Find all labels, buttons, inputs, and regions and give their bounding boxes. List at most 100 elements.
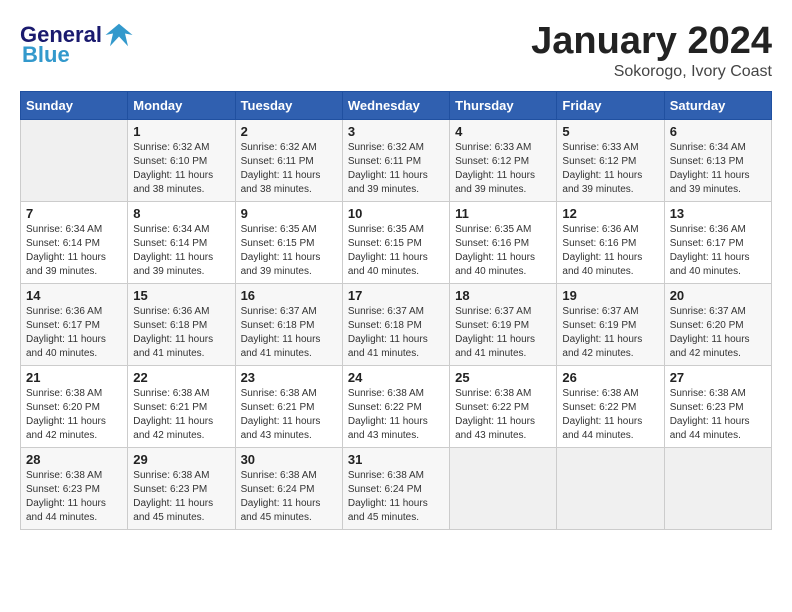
day-number: 2	[241, 124, 337, 139]
day-info: Sunrise: 6:35 AMSunset: 6:15 PMDaylight:…	[348, 223, 444, 279]
calendar-cell: 10 Sunrise: 6:35 AMSunset: 6:15 PMDayligh…	[342, 202, 449, 284]
day-number: 11	[455, 206, 551, 221]
day-number: 5	[562, 124, 658, 139]
calendar-cell: 18Sunrise: 6:37 AMSunset: 6:19 PMDayligh…	[450, 284, 557, 366]
day-info: Sunrise: 6:37 AMSunset: 6:20 PMDaylight:…	[670, 305, 766, 361]
day-number: 23	[241, 370, 337, 385]
day-info: Sunrise: 6:38 AMSunset: 6:23 PMDaylight:…	[26, 469, 122, 525]
day-info: Sunrise: 6:38 AMSunset: 6:20 PMDaylight:…	[26, 387, 122, 443]
calendar-cell: 2 Sunrise: 6:32 AMSunset: 6:11 PMDaylight…	[235, 120, 342, 202]
calendar-week-1: 1Sunrise: 6:32 AMSunset: 6:10 PMDaylight…	[21, 120, 772, 202]
day-info: Sunrise: 6:37 AMSunset: 6:18 PMDaylight:…	[241, 305, 337, 361]
calendar-cell: 15 Sunrise: 6:36 AMSunset: 6:18 PMDayligh…	[128, 284, 235, 366]
calendar-cell: 1Sunrise: 6:32 AMSunset: 6:10 PMDaylight…	[128, 120, 235, 202]
day-number: 6	[670, 124, 766, 139]
calendar-cell: 26 Sunrise: 6:38 AMSunset: 6:22 PMDayligh…	[557, 366, 664, 448]
day-number: 8	[133, 206, 229, 221]
calendar-cell: 6 Sunrise: 6:34 AMSunset: 6:13 PMDaylight…	[664, 120, 771, 202]
title-block: January 2024 Sokorogo, Ivory Coast	[531, 20, 772, 81]
calendar-cell: 19 Sunrise: 6:37 AMSunset: 6:19 PMDayligh…	[557, 284, 664, 366]
day-number: 28	[26, 452, 122, 467]
day-number: 12	[562, 206, 658, 221]
day-number: 4	[455, 124, 551, 139]
day-number: 3	[348, 124, 444, 139]
day-number: 24	[348, 370, 444, 385]
calendar-cell: 9Sunrise: 6:35 AMSunset: 6:15 PMDaylight…	[235, 202, 342, 284]
day-info: Sunrise: 6:33 AMSunset: 6:12 PMDaylight:…	[455, 141, 551, 197]
day-number: 20	[670, 288, 766, 303]
day-info: Sunrise: 6:38 AMSunset: 6:21 PMDaylight:…	[133, 387, 229, 443]
calendar-week-4: 21Sunrise: 6:38 AMSunset: 6:20 PMDayligh…	[21, 366, 772, 448]
day-number: 30	[241, 452, 337, 467]
calendar-cell: 23 Sunrise: 6:38 AMSunset: 6:21 PMDayligh…	[235, 366, 342, 448]
page-header: General Blue January 2024 Sokorogo, Ivor…	[20, 20, 772, 81]
day-number: 25	[455, 370, 551, 385]
day-number: 10	[348, 206, 444, 221]
day-number: 13	[670, 206, 766, 221]
calendar-cell: 14Sunrise: 6:36 AMSunset: 6:17 PMDayligh…	[21, 284, 128, 366]
calendar-cell: 12 Sunrise: 6:36 AMSunset: 6:16 PMDayligh…	[557, 202, 664, 284]
calendar-week-3: 14Sunrise: 6:36 AMSunset: 6:17 PMDayligh…	[21, 284, 772, 366]
day-info: Sunrise: 6:35 AMSunset: 6:16 PMDaylight:…	[455, 223, 551, 279]
calendar-cell: 16 Sunrise: 6:37 AMSunset: 6:18 PMDayligh…	[235, 284, 342, 366]
day-info: Sunrise: 6:37 AMSunset: 6:19 PMDaylight:…	[562, 305, 658, 361]
day-number: 19	[562, 288, 658, 303]
col-header-friday: Friday	[557, 92, 664, 120]
day-number: 22	[133, 370, 229, 385]
day-info: Sunrise: 6:35 AMSunset: 6:15 PMDaylight:…	[241, 223, 337, 279]
calendar-cell	[21, 120, 128, 202]
day-info: Sunrise: 6:38 AMSunset: 6:22 PMDaylight:…	[348, 387, 444, 443]
day-info: Sunrise: 6:38 AMSunset: 6:21 PMDaylight:…	[241, 387, 337, 443]
day-number: 29	[133, 452, 229, 467]
calendar-week-2: 7 Sunrise: 6:34 AMSunset: 6:14 PMDaylight…	[21, 202, 772, 284]
day-info: Sunrise: 6:36 AMSunset: 6:18 PMDaylight:…	[133, 305, 229, 361]
calendar-cell: 31 Sunrise: 6:38 AMSunset: 6:24 PMDayligh…	[342, 448, 449, 530]
calendar-cell: 7Sunrise: 6:34 AMSunset: 6:14 PMDaylight…	[21, 202, 128, 284]
calendar-cell: 5 Sunrise: 6:33 AMSunset: 6:12 PMDaylight…	[557, 120, 664, 202]
day-info: Sunrise: 6:37 AMSunset: 6:18 PMDaylight:…	[348, 305, 444, 361]
calendar-header: SundayMondayTuesdayWednesdayThursdayFrid…	[21, 92, 772, 120]
day-number: 1	[133, 124, 229, 139]
day-number: 7	[26, 206, 122, 221]
col-header-saturday: Saturday	[664, 92, 771, 120]
calendar-cell: 4 Sunrise: 6:33 AMSunset: 6:12 PMDaylight…	[450, 120, 557, 202]
calendar-cell: 20 Sunrise: 6:37 AMSunset: 6:20 PMDayligh…	[664, 284, 771, 366]
day-info: Sunrise: 6:36 AMSunset: 6:17 PMDaylight:…	[26, 305, 122, 361]
calendar-cell: 29Sunrise: 6:38 AMSunset: 6:23 PMDayligh…	[128, 448, 235, 530]
calendar-location: Sokorogo, Ivory Coast	[531, 63, 772, 81]
calendar-cell: 27 Sunrise: 6:38 AMSunset: 6:23 PMDayligh…	[664, 366, 771, 448]
calendar-cell: 3 Sunrise: 6:32 AMSunset: 6:11 PMDaylight…	[342, 120, 449, 202]
logo-bird-icon	[104, 20, 134, 50]
day-number: 16	[241, 288, 337, 303]
day-info: Sunrise: 6:34 AMSunset: 6:13 PMDaylight:…	[670, 141, 766, 197]
day-number: 31	[348, 452, 444, 467]
col-header-thursday: Thursday	[450, 92, 557, 120]
calendar-cell	[664, 448, 771, 530]
day-info: Sunrise: 6:32 AMSunset: 6:11 PMDaylight:…	[241, 141, 337, 197]
col-header-sunday: Sunday	[21, 92, 128, 120]
col-header-tuesday: Tuesday	[235, 92, 342, 120]
col-header-wednesday: Wednesday	[342, 92, 449, 120]
day-info: Sunrise: 6:38 AMSunset: 6:24 PMDaylight:…	[241, 469, 337, 525]
day-info: Sunrise: 6:34 AMSunset: 6:14 PMDaylight:…	[133, 223, 229, 279]
day-info: Sunrise: 6:38 AMSunset: 6:24 PMDaylight:…	[348, 469, 444, 525]
calendar-cell: 25Sunrise: 6:38 AMSunset: 6:22 PMDayligh…	[450, 366, 557, 448]
day-number: 17	[348, 288, 444, 303]
calendar-cell: 13Sunrise: 6:36 AMSunset: 6:17 PMDayligh…	[664, 202, 771, 284]
calendar-cell: 17 Sunrise: 6:37 AMSunset: 6:18 PMDayligh…	[342, 284, 449, 366]
day-info: Sunrise: 6:38 AMSunset: 6:22 PMDaylight:…	[562, 387, 658, 443]
calendar-cell: 22 Sunrise: 6:38 AMSunset: 6:21 PMDayligh…	[128, 366, 235, 448]
calendar-cell	[450, 448, 557, 530]
day-info: Sunrise: 6:38 AMSunset: 6:23 PMDaylight:…	[670, 387, 766, 443]
day-number: 27	[670, 370, 766, 385]
day-info: Sunrise: 6:32 AMSunset: 6:11 PMDaylight:…	[348, 141, 444, 197]
day-info: Sunrise: 6:36 AMSunset: 6:16 PMDaylight:…	[562, 223, 658, 279]
calendar-table: SundayMondayTuesdayWednesdayThursdayFrid…	[20, 91, 772, 530]
calendar-cell: 8 Sunrise: 6:34 AMSunset: 6:14 PMDaylight…	[128, 202, 235, 284]
calendar-week-5: 28 Sunrise: 6:38 AMSunset: 6:23 PMDayligh…	[21, 448, 772, 530]
logo-blue-text: Blue	[20, 42, 70, 68]
calendar-cell: 21Sunrise: 6:38 AMSunset: 6:20 PMDayligh…	[21, 366, 128, 448]
day-number: 26	[562, 370, 658, 385]
day-number: 15	[133, 288, 229, 303]
day-info: Sunrise: 6:33 AMSunset: 6:12 PMDaylight:…	[562, 141, 658, 197]
